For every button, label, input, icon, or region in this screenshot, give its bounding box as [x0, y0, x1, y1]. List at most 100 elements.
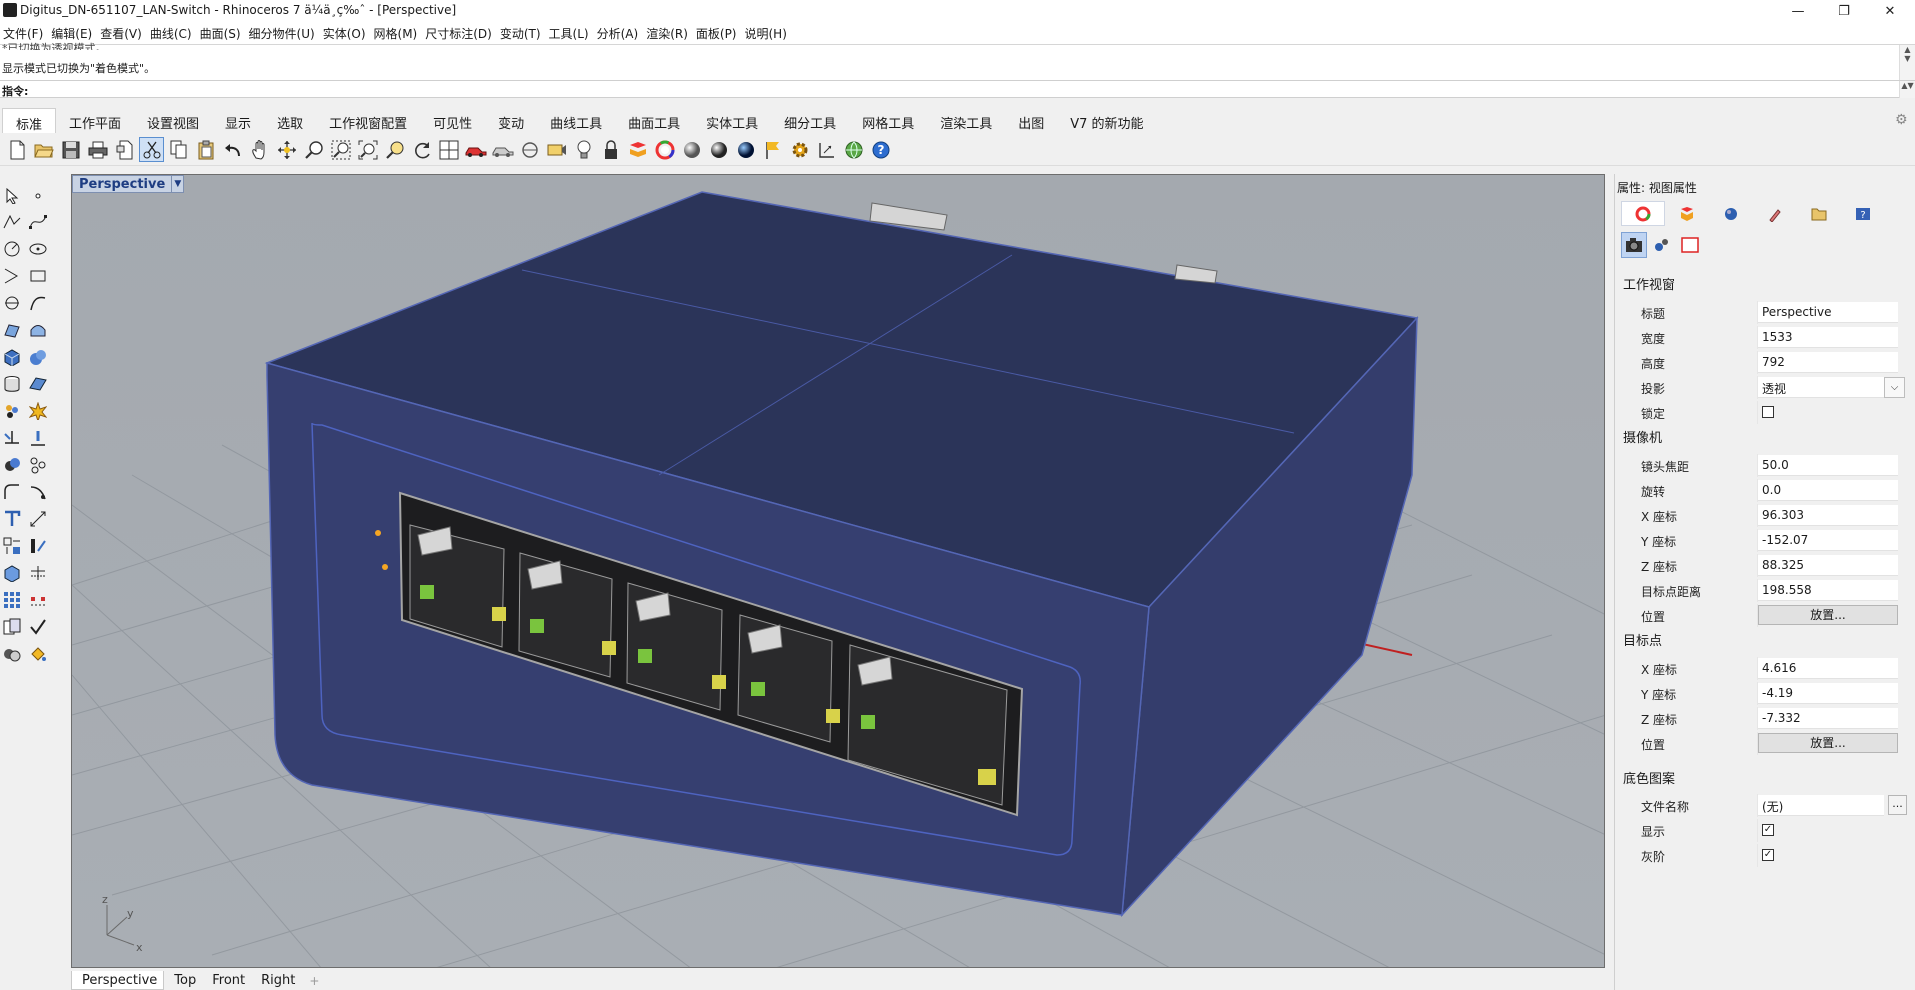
- transform-grid-icon[interactable]: [0, 534, 24, 558]
- polyline-icon[interactable]: [0, 210, 24, 234]
- properties-objects-icon[interactable]: [0, 642, 24, 666]
- target-x-field[interactable]: 4.616: [1758, 658, 1898, 679]
- blue-sphere-icon[interactable]: [733, 137, 758, 162]
- width-field[interactable]: 1533: [1758, 327, 1898, 348]
- cut-icon[interactable]: [139, 137, 164, 162]
- menu-curve[interactable]: 曲线(C): [149, 25, 199, 42]
- tab-render-tools[interactable]: 渲染工具: [927, 108, 1005, 133]
- boolean-union-icon[interactable]: [0, 453, 24, 477]
- array-icon[interactable]: [0, 588, 24, 612]
- move-view-icon[interactable]: [274, 137, 299, 162]
- camera-y-field[interactable]: -152.07: [1758, 530, 1898, 551]
- menu-help[interactable]: 说明(H): [744, 25, 794, 42]
- surface-analysis-icon[interactable]: [26, 561, 50, 585]
- viewport-title[interactable]: Perspective ▼: [72, 175, 185, 193]
- lights-properties-icon[interactable]: [1649, 232, 1675, 258]
- chevron-down-icon[interactable]: ⌵: [1884, 377, 1905, 398]
- tab-surface-tools[interactable]: 曲面工具: [615, 108, 693, 133]
- menu-subd[interactable]: 细分物件(U): [248, 25, 322, 42]
- minimize-button[interactable]: —: [1775, 0, 1821, 22]
- tab-cplanes[interactable]: 工作平面: [56, 108, 134, 133]
- viewport-tab-perspective[interactable]: Perspective: [71, 971, 165, 990]
- blend-icon[interactable]: [26, 480, 50, 504]
- locked-checkbox[interactable]: [1762, 406, 1774, 418]
- split-icon[interactable]: [26, 426, 50, 450]
- fillet-icon[interactable]: [0, 480, 24, 504]
- add-viewport-tab-icon[interactable]: +: [301, 974, 327, 988]
- paint-bucket-icon[interactable]: [26, 642, 50, 666]
- globe-icon[interactable]: [841, 137, 866, 162]
- menu-transform[interactable]: 变动(T): [499, 25, 548, 42]
- rectangle-icon[interactable]: [26, 264, 50, 288]
- solid-box-icon[interactable]: [0, 561, 24, 585]
- place-target-button[interactable]: 放置...: [1758, 733, 1898, 753]
- render-sphere-icon[interactable]: [706, 137, 731, 162]
- dimension-linear-icon[interactable]: [26, 507, 50, 531]
- lens-field[interactable]: 50.0: [1758, 455, 1898, 476]
- layer-icon[interactable]: [625, 137, 650, 162]
- grayscale-checkbox[interactable]: ✓: [1762, 849, 1774, 861]
- light-bulb-icon[interactable]: [571, 137, 596, 162]
- arc-icon[interactable]: [0, 264, 24, 288]
- target-y-field[interactable]: -4.19: [1758, 683, 1898, 704]
- named-views-folder-icon[interactable]: [1797, 201, 1841, 226]
- viewport-tab-front[interactable]: Front: [202, 971, 251, 990]
- select-arrow-icon[interactable]: [0, 184, 24, 208]
- point-icon[interactable]: [26, 184, 50, 208]
- camera-properties-icon[interactable]: [1621, 232, 1647, 258]
- copy-icon[interactable]: [166, 137, 191, 162]
- new-file-icon[interactable]: [4, 137, 29, 162]
- undo-icon[interactable]: [220, 137, 245, 162]
- menu-solid[interactable]: 实体(O): [322, 25, 373, 42]
- freeform-curve-icon[interactable]: [26, 291, 50, 315]
- explode-icon[interactable]: [26, 399, 50, 423]
- maximize-button[interactable]: ❐: [1821, 0, 1867, 22]
- menu-edit[interactable]: 编辑(E): [50, 25, 99, 42]
- tab-solid-tools[interactable]: 实体工具: [693, 108, 771, 133]
- history-scrollbar[interactable]: ▲ ▼: [1899, 45, 1915, 81]
- car-icon[interactable]: [463, 137, 488, 162]
- ellipse-icon[interactable]: [26, 237, 50, 261]
- lock-icon[interactable]: [598, 137, 623, 162]
- menu-tools[interactable]: 工具(L): [548, 25, 596, 42]
- sphere-solid-icon[interactable]: [26, 345, 50, 369]
- open-folder-icon[interactable]: [31, 137, 56, 162]
- flag-icon[interactable]: [760, 137, 785, 162]
- move-ruler-icon[interactable]: [26, 534, 50, 558]
- surface-icon[interactable]: [0, 318, 24, 342]
- decal-sphere-icon[interactable]: [1709, 201, 1753, 226]
- menu-analyze[interactable]: 分析(A): [596, 25, 646, 42]
- tab-settings-gear-icon[interactable]: ⚙: [1895, 112, 1911, 128]
- tab-viewport-layout[interactable]: 工作视窗配置: [316, 108, 420, 133]
- color-wheel-icon[interactable]: [652, 137, 677, 162]
- shaded-car-icon[interactable]: [490, 137, 515, 162]
- tab-display[interactable]: 显示: [212, 108, 264, 133]
- help-panel-icon[interactable]: ?: [1841, 201, 1885, 226]
- paste-icon[interactable]: [193, 137, 218, 162]
- rotate-view-icon[interactable]: [409, 137, 434, 162]
- import-icon[interactable]: [112, 137, 137, 162]
- height-field[interactable]: 792: [1758, 352, 1898, 373]
- curve-control-points-icon[interactable]: [26, 210, 50, 234]
- rotation-field[interactable]: 0.0: [1758, 480, 1898, 501]
- extrude-surface-icon[interactable]: [26, 318, 50, 342]
- trim-icon[interactable]: [0, 426, 24, 450]
- menu-view[interactable]: 查看(V): [99, 25, 149, 42]
- save-icon[interactable]: [58, 137, 83, 162]
- tab-drafting[interactable]: 出图: [1005, 108, 1057, 133]
- menu-dimension[interactable]: 尺寸标注(D): [424, 25, 499, 42]
- zoom-extents-icon[interactable]: [355, 137, 380, 162]
- show-checkbox[interactable]: ✓: [1762, 824, 1774, 836]
- text-icon[interactable]: [0, 507, 24, 531]
- mesh-group-icon[interactable]: [0, 399, 24, 423]
- check-icon[interactable]: [26, 615, 50, 639]
- camera-z-field[interactable]: 88.325: [1758, 555, 1898, 576]
- box-solid-icon[interactable]: [0, 345, 24, 369]
- zoom-icon[interactable]: [301, 137, 326, 162]
- tab-mesh-tools[interactable]: 网格工具: [849, 108, 927, 133]
- polygon-icon[interactable]: [0, 291, 24, 315]
- menu-file[interactable]: 文件(F): [2, 25, 50, 42]
- viewport-frame-icon[interactable]: [1677, 232, 1703, 258]
- gear-settings-icon[interactable]: [787, 137, 812, 162]
- command-scrollbar[interactable]: ▲▼: [1899, 81, 1915, 98]
